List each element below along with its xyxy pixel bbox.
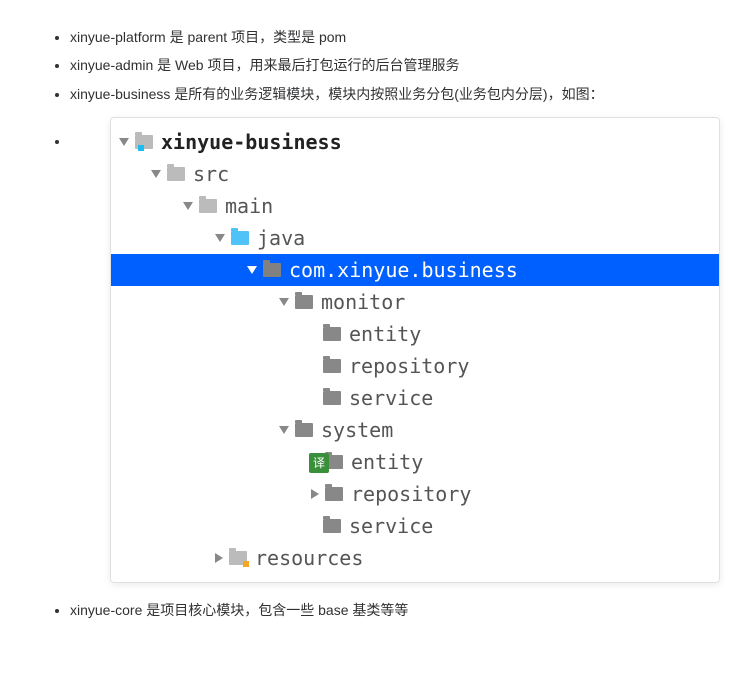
tree-row[interactable]: xinyue-business — [111, 126, 719, 158]
folder-icon — [199, 199, 217, 213]
tree-row[interactable]: java — [111, 222, 719, 254]
folder-icon — [295, 423, 313, 437]
folder-icon — [323, 391, 341, 405]
chevron-down-icon[interactable] — [279, 426, 289, 434]
folder-icon — [167, 167, 185, 181]
outro-list: xinyue-core 是项目核心模块，包含一些 base 基类等等 — [30, 599, 720, 621]
tree-row[interactable]: entity — [111, 446, 719, 478]
chevron-down-icon[interactable] — [183, 202, 193, 210]
tree-row[interactable]: com.xinyue.business — [111, 254, 719, 286]
folder-icon — [323, 519, 341, 533]
list-item: xinyue-platform 是 parent 项目，类型是 pom — [70, 26, 720, 48]
folder-icon — [323, 327, 341, 341]
tree-row[interactable]: repository — [111, 478, 719, 510]
translate-badge[interactable]: 译 — [309, 453, 329, 473]
tree-label: entity — [349, 318, 421, 350]
folder-icon — [263, 263, 281, 277]
chevron-right-icon[interactable] — [311, 489, 319, 499]
tree-label: com.xinyue.business — [289, 254, 518, 286]
tree-row[interactable]: repository — [111, 350, 719, 382]
chevron-right-icon[interactable] — [215, 553, 223, 563]
tree-label: java — [257, 222, 305, 254]
tree-label: monitor — [321, 286, 405, 318]
tree-label: src — [193, 158, 229, 190]
folder-icon — [323, 359, 341, 373]
tree-row[interactable]: resources — [111, 542, 719, 574]
chevron-down-icon[interactable] — [279, 298, 289, 306]
folder-icon — [135, 135, 153, 149]
tree-row[interactable]: main — [111, 190, 719, 222]
tree-label: repository — [351, 478, 471, 510]
list-item: xinyue-business 是所有的业务逻辑模块，模块内按照业务分包(业务包… — [70, 83, 720, 105]
folder-icon — [229, 551, 247, 565]
tree-row[interactable]: service — [111, 510, 719, 542]
tree-holder-list: xinyue-businesssrcmainjavacom.xinyue.bus… — [30, 117, 720, 583]
tree-label: entity — [351, 446, 423, 478]
tree-row[interactable]: service — [111, 382, 719, 414]
chevron-down-icon[interactable] — [151, 170, 161, 178]
chevron-down-icon[interactable] — [215, 234, 225, 242]
tree-label: xinyue-business — [161, 126, 342, 158]
tree-row[interactable]: entity — [111, 318, 719, 350]
intro-list: xinyue-platform 是 parent 项目，类型是 pom xiny… — [30, 26, 720, 105]
folder-icon — [295, 295, 313, 309]
project-tree: xinyue-businesssrcmainjavacom.xinyue.bus… — [110, 117, 720, 583]
folder-icon — [325, 487, 343, 501]
folder-icon — [231, 231, 249, 245]
tree-label: resources — [255, 542, 363, 574]
tree-label: main — [225, 190, 273, 222]
chevron-down-icon[interactable] — [119, 138, 129, 146]
list-item: xinyue-core 是项目核心模块，包含一些 base 基类等等 — [70, 599, 720, 621]
tree-row[interactable]: monitor — [111, 286, 719, 318]
tree-row[interactable]: system — [111, 414, 719, 446]
tree-row[interactable]: src — [111, 158, 719, 190]
tree-label: repository — [349, 350, 469, 382]
tree-label: system — [321, 414, 393, 446]
list-item-tree: xinyue-businesssrcmainjavacom.xinyue.bus… — [70, 117, 720, 583]
list-item: xinyue-admin 是 Web 项目，用来最后打包运行的后台管理服务 — [70, 54, 720, 76]
chevron-down-icon[interactable] — [247, 266, 257, 274]
tree-label: service — [349, 510, 433, 542]
tree-label: service — [349, 382, 433, 414]
